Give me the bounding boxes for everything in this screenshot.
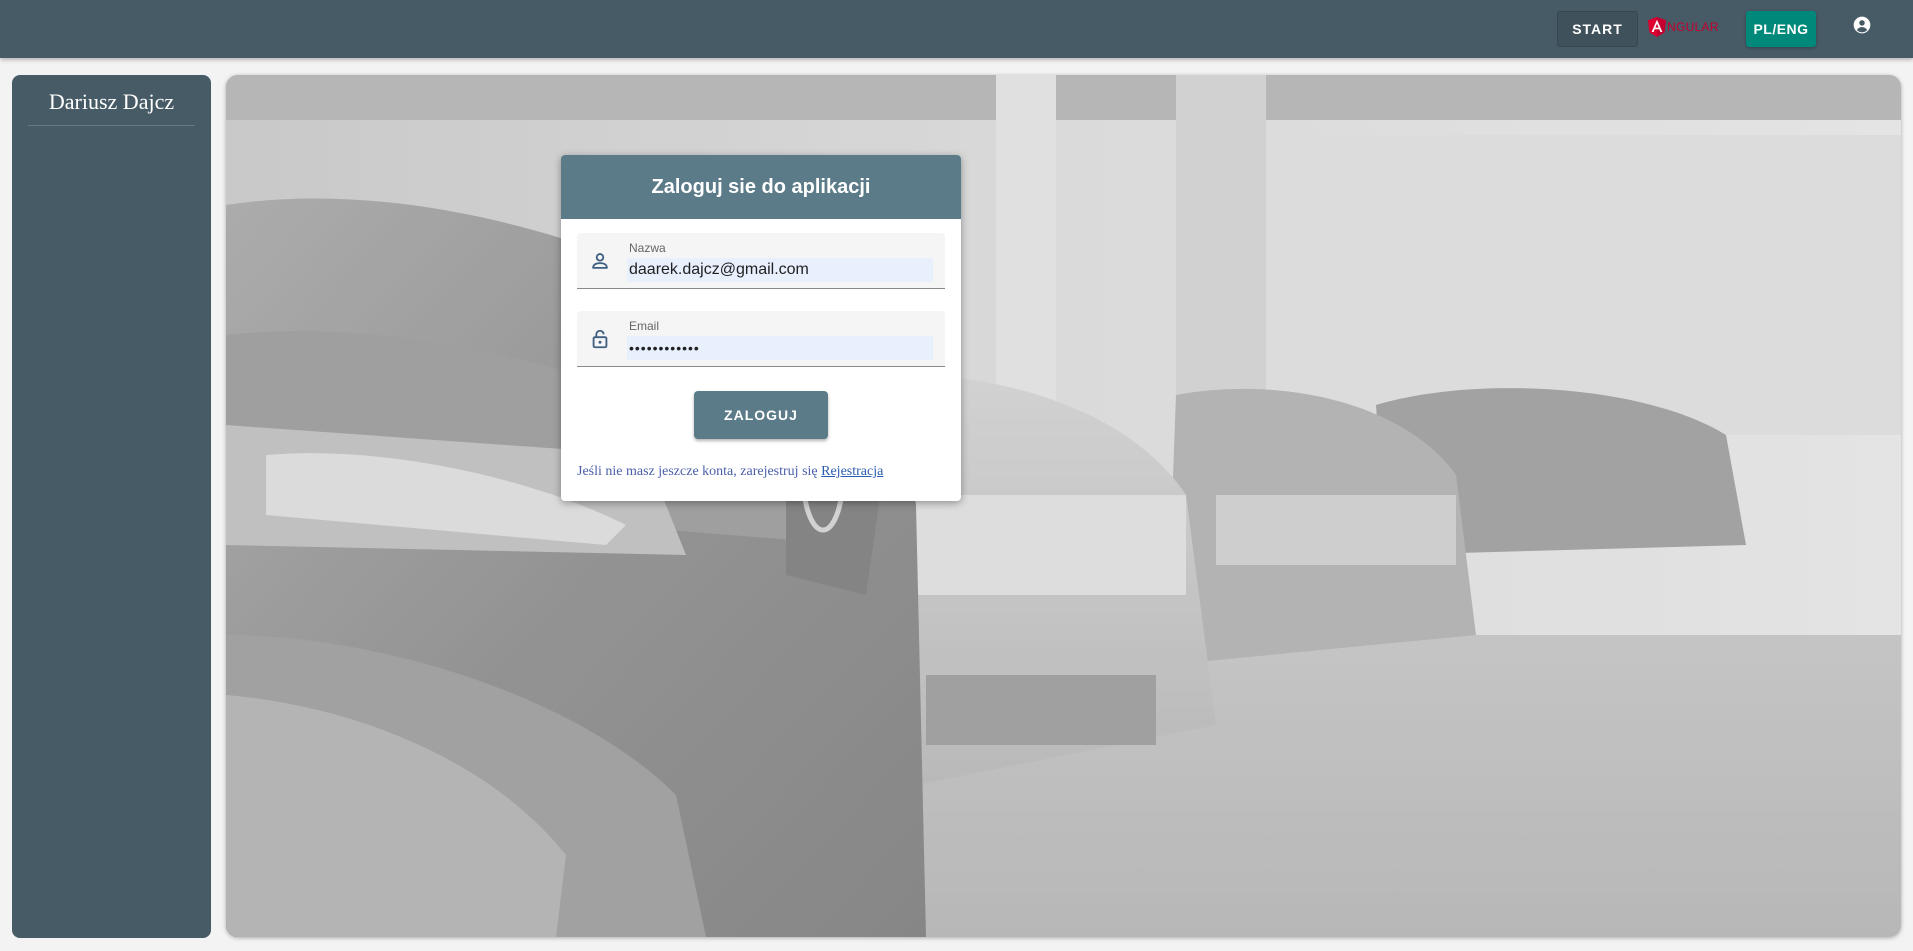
language-toggle-button[interactable]: PL/ENG [1746,11,1816,47]
register-text: Jeśli nie masz jeszcze konta, zarejestru… [577,464,818,479]
password-input[interactable] [627,336,933,360]
login-title: Zaloguj sie do aplikacji [561,155,961,219]
top-toolbar: START NGULAR PL/ENG [0,0,1913,58]
register-link[interactable]: Rejestracja [821,464,883,479]
password-label: Email [629,319,660,333]
username-input[interactable] [627,258,933,282]
login-card: Zaloguj sie do aplikacji Nazwa Email ZAL… [561,155,961,501]
angular-shield-icon [1648,17,1666,37]
sidebar-user-name: Dariusz Dajcz [28,89,195,126]
lock-icon [592,329,608,349]
start-button[interactable]: START [1557,11,1638,47]
login-button[interactable]: ZALOGUJ [694,391,828,439]
password-field[interactable]: Email [577,311,945,367]
username-field[interactable]: Nazwa [577,233,945,289]
background-cars-image [226,75,1901,937]
person-icon [592,253,608,269]
sidebar: Dariusz Dajcz [12,75,211,938]
angular-logo[interactable]: NGULAR [1648,15,1719,39]
account-circle-icon[interactable] [1852,15,1872,35]
register-prompt: Jeśli nie masz jeszcze konta, zarejestru… [577,464,883,480]
main-content: Zaloguj sie do aplikacji Nazwa Email ZAL… [226,75,1901,937]
angular-text: NGULAR [1667,20,1719,34]
username-label: Nazwa [629,241,666,255]
